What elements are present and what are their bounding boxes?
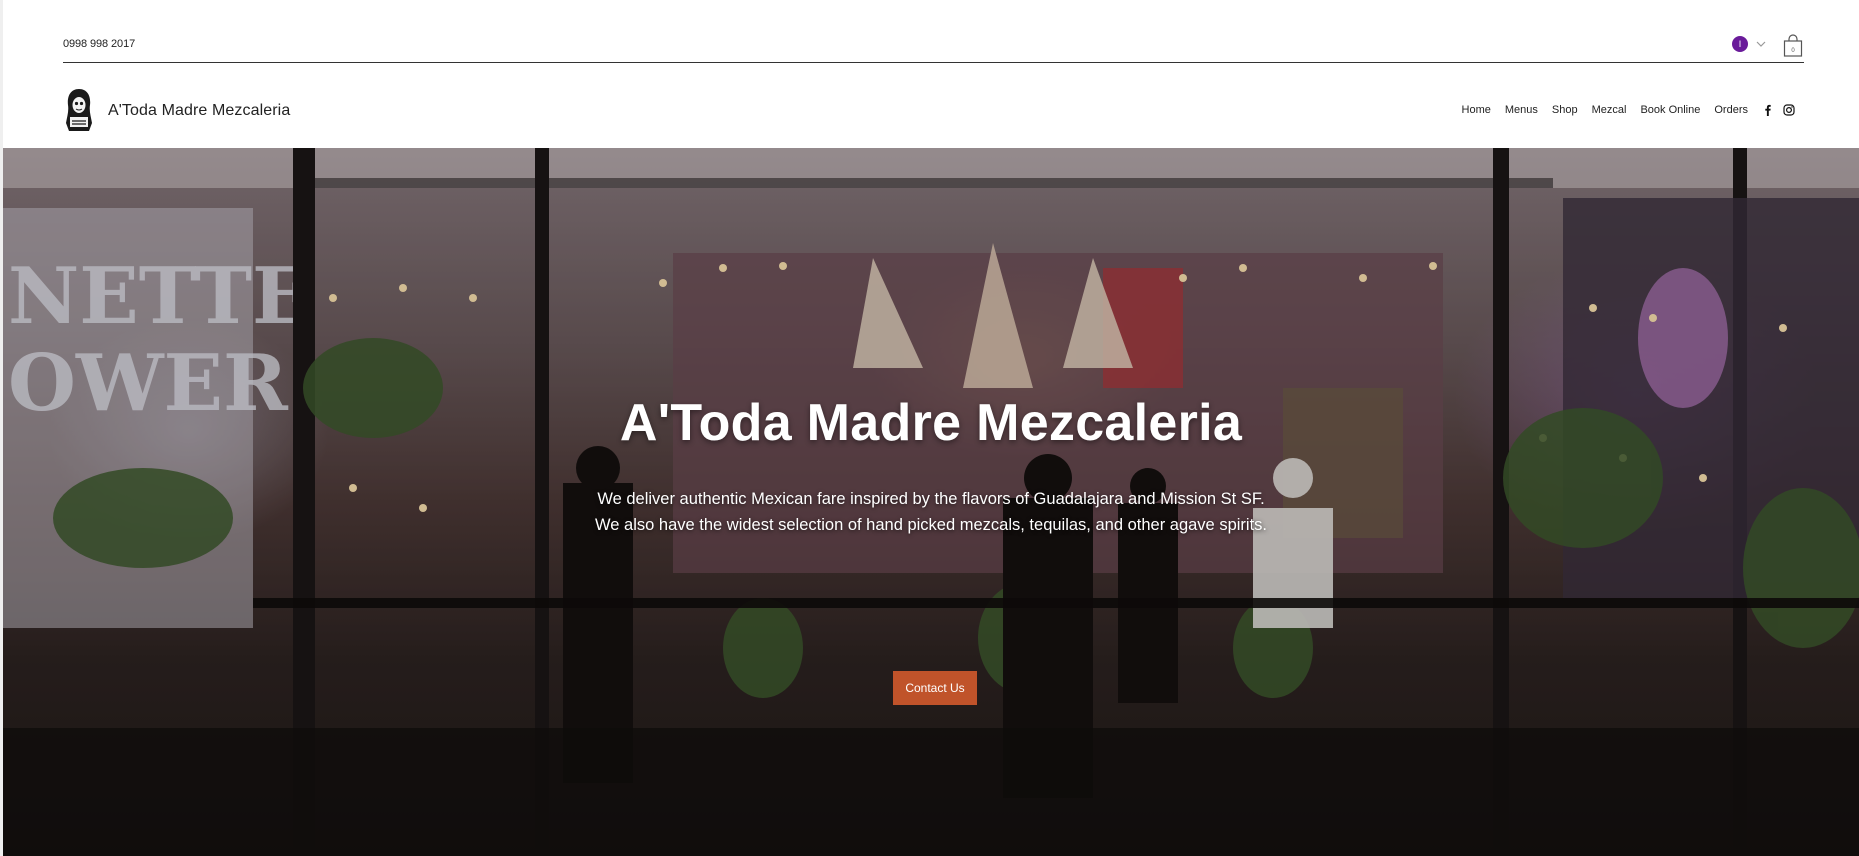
site-name[interactable]: A'Toda Madre Mezcaleria: [108, 102, 290, 120]
instagram-icon[interactable]: [1783, 104, 1795, 116]
svg-text:0: 0: [1791, 48, 1795, 54]
facebook-icon[interactable]: [1762, 104, 1774, 116]
chevron-down-icon[interactable]: [1756, 39, 1766, 49]
hero-title: A'Toda Madre Mezcaleria: [619, 393, 1243, 452]
site-header: A'Toda Madre Mezcaleria Home Menus Shop …: [3, 63, 1859, 148]
logo-icon[interactable]: [64, 87, 94, 133]
nav-book-online[interactable]: Book Online: [1640, 104, 1700, 116]
nav-shop[interactable]: Shop: [1552, 104, 1578, 116]
hero-description-line: We deliver authentic Mexican fare inspir…: [597, 490, 1265, 508]
nav-menus[interactable]: Menus: [1505, 104, 1538, 116]
hero-description-line: We also have the widest selection of han…: [595, 516, 1267, 534]
hero-description: We deliver authentic Mexican fare inspir…: [3, 486, 1859, 538]
social-bar: [1762, 104, 1795, 116]
nav-home[interactable]: Home: [1462, 104, 1491, 116]
nav-mezcal[interactable]: Mezcal: [1592, 104, 1627, 116]
avatar[interactable]: I: [1732, 36, 1748, 52]
top-bar: 0998 998 2017 I 0: [3, 0, 1859, 63]
page: 0998 998 2017 I 0 A'Toda Madre Mezcaleri…: [0, 0, 1859, 856]
hero-section: NETTE OWER A'Toda Madre Mezcaleria We de…: [3, 148, 1859, 856]
nav-orders[interactable]: Orders: [1714, 104, 1748, 116]
main-nav: Home Menus Shop Mezcal Book Online Order…: [1462, 104, 1795, 116]
cart-icon[interactable]: 0: [1782, 34, 1804, 58]
contact-us-button[interactable]: Contact Us: [893, 671, 977, 705]
phone-number: 0998 998 2017: [63, 38, 136, 50]
account-menu[interactable]: I: [1732, 36, 1766, 52]
